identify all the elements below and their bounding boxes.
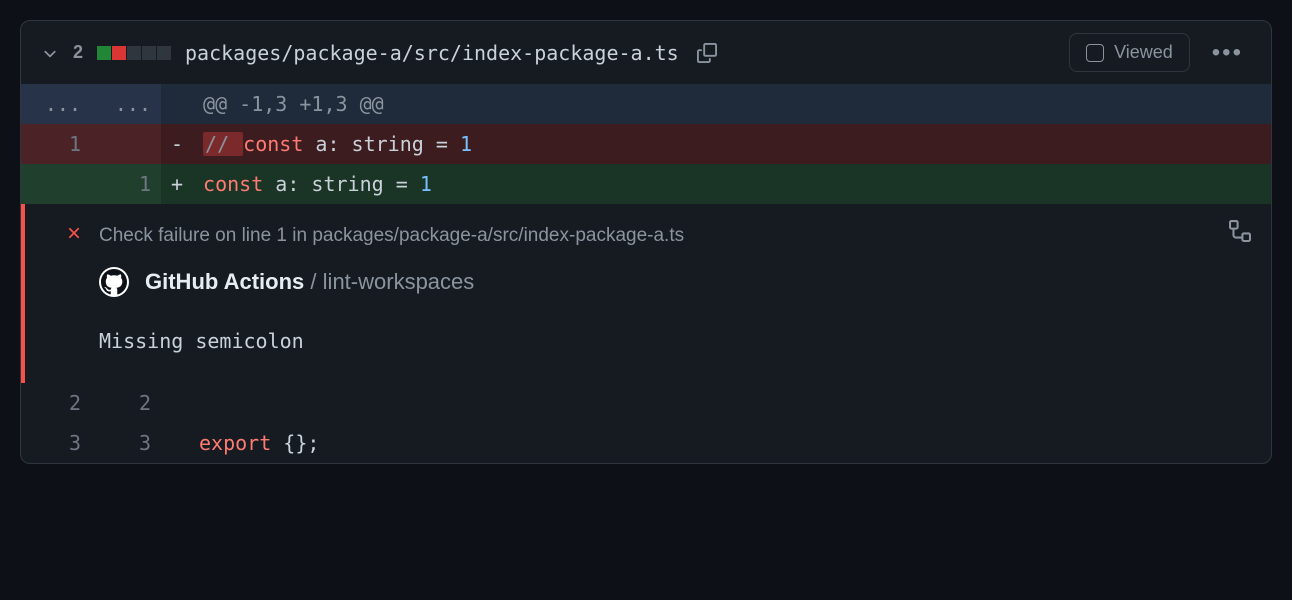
code-content: export {}; bbox=[189, 423, 1271, 463]
annotation-separator: / bbox=[310, 269, 316, 294]
annotation-message: Missing semicolon bbox=[99, 329, 1251, 353]
line-number-old[interactable]: 1 bbox=[21, 124, 91, 164]
diff-line-context: 2 2 bbox=[21, 383, 1271, 423]
hunk-header-row: ... ... @@ -1,3 +1,3 @@ bbox=[21, 84, 1271, 124]
checkbox-icon bbox=[1086, 44, 1104, 62]
diffstat-add-square bbox=[97, 46, 111, 60]
diffstat-neutral-square bbox=[142, 46, 156, 60]
diff-line-deletion: 1 - // const a: string = 1 bbox=[21, 124, 1271, 164]
line-number-old[interactable]: 3 bbox=[21, 423, 91, 463]
code-content: const a: string = 1 bbox=[193, 164, 1271, 204]
diff-marker: - bbox=[161, 124, 193, 164]
diff-table: ... ... @@ -1,3 +1,3 @@ 1 - // const a: … bbox=[21, 84, 1271, 204]
annotation-summary: Check failure on line 1 in packages/pack… bbox=[99, 225, 684, 247]
line-number-new[interactable]: 2 bbox=[91, 383, 161, 423]
diff-line-context: 3 3 export {}; bbox=[21, 423, 1271, 463]
x-failure-icon bbox=[65, 224, 83, 247]
change-count: 2 bbox=[73, 42, 83, 63]
expand-icon[interactable]: ... bbox=[91, 84, 161, 124]
code-content: // const a: string = 1 bbox=[193, 124, 1271, 164]
hunk-header-text: @@ -1,3 +1,3 @@ bbox=[193, 84, 1271, 124]
file-header: 2 packages/package-a/src/index-package-a… bbox=[21, 21, 1271, 84]
github-logo-icon bbox=[99, 267, 129, 297]
kebab-menu-icon[interactable]: ••• bbox=[1204, 39, 1251, 67]
line-number-old[interactable] bbox=[21, 164, 91, 204]
check-annotation: Check failure on line 1 in packages/pack… bbox=[21, 204, 1271, 383]
line-number-new[interactable]: 3 bbox=[91, 423, 161, 463]
diff-marker: + bbox=[161, 164, 193, 204]
code-content bbox=[189, 383, 1271, 423]
chevron-down-icon[interactable] bbox=[41, 44, 59, 62]
diffstat-neutral-square bbox=[127, 46, 141, 60]
annotation-details-icon[interactable] bbox=[1229, 220, 1251, 247]
diffstat-neutral-square bbox=[157, 46, 171, 60]
expand-icon[interactable]: ... bbox=[21, 84, 91, 124]
file-path[interactable]: packages/package-a/src/index-package-a.t… bbox=[185, 41, 679, 65]
annotation-app-name[interactable]: GitHub Actions bbox=[145, 269, 304, 294]
diff-table-continued: 2 2 3 3 export {}; bbox=[21, 383, 1271, 463]
viewed-toggle[interactable]: Viewed bbox=[1069, 33, 1190, 72]
annotation-job-name[interactable]: lint-workspaces bbox=[323, 269, 475, 294]
line-number-new[interactable]: 1 bbox=[91, 164, 161, 204]
diff-line-addition: 1 + const a: string = 1 bbox=[21, 164, 1271, 204]
diffstat-squares bbox=[97, 46, 171, 60]
annotation-source: GitHub Actions / lint-workspaces bbox=[99, 267, 1251, 297]
viewed-label: Viewed bbox=[1114, 42, 1173, 63]
copy-path-icon[interactable] bbox=[697, 43, 717, 63]
line-number-old[interactable]: 2 bbox=[21, 383, 91, 423]
diffstat-del-square bbox=[112, 46, 126, 60]
line-number-new[interactable] bbox=[91, 124, 161, 164]
file-diff-box: 2 packages/package-a/src/index-package-a… bbox=[20, 20, 1272, 464]
annotation-summary-row: Check failure on line 1 in packages/pack… bbox=[65, 224, 1251, 247]
